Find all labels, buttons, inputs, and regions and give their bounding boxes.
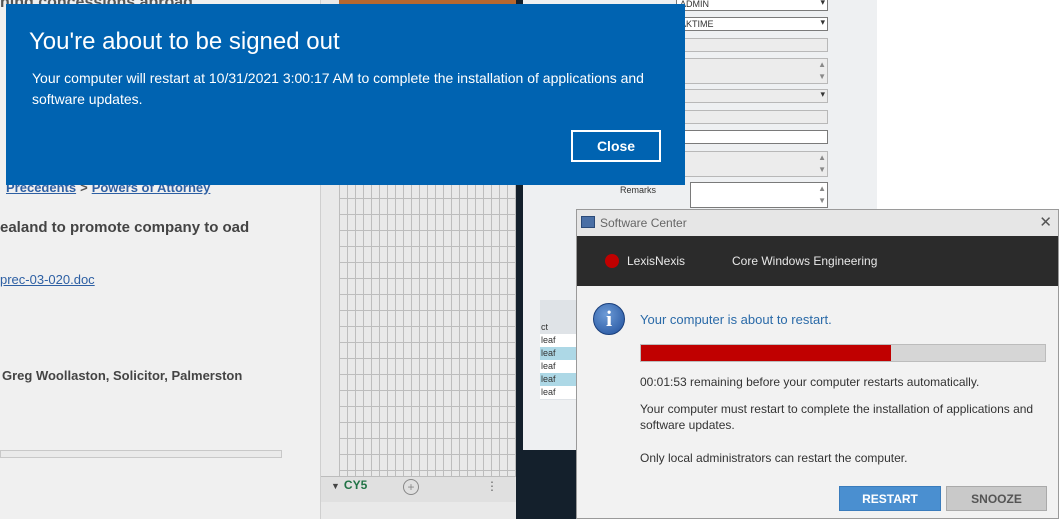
brand-name: LexisNexis [627,254,686,268]
chevron-down-icon: ▾ [820,0,825,7]
form-side-area [877,0,1059,210]
triangle-down-icon: ▼ [331,481,340,491]
notification-title: You're about to be signed out [29,28,340,55]
horizontal-scrollbar[interactable] [0,450,282,458]
dialog-titlebar[interactable]: Software Center ✕ [577,210,1058,236]
dropdown-type[interactable]: AKTIME ▾ [676,17,828,31]
snooze-button[interactable]: SNOOZE [946,486,1047,511]
close-icon[interactable]: ✕ [1039,213,1052,231]
form-field-readonly-1 [676,38,828,52]
doc-title: ealand to promote company to oad [0,219,250,236]
brand-bar: LexisNexis Core Windows Engineering [577,236,1058,286]
restart-body-text: Your computer must restart to complete t… [640,402,1034,432]
restart-button[interactable]: RESTART [839,486,941,511]
table-row[interactable]: leaf [540,360,576,373]
dropdown-disabled: ▾ [676,89,828,103]
doc-file-link[interactable]: prec-03-020.doc [0,272,95,287]
sheet-tab-label: CY5 [343,478,368,492]
lexisnexis-logo-icon [605,254,619,268]
spin-icon: ▲ ▼ [818,184,826,205]
dialog-title: Software Center [600,216,687,230]
more-options-icon[interactable]: ⋮ [486,479,498,493]
mini-table: ct leaf leaf leaf leaf leaf [540,300,576,400]
chevron-down-icon: ▾ [820,17,825,27]
sheet-tab-active[interactable]: ▼ CY5 [331,478,367,492]
add-sheet-icon[interactable]: + [403,479,419,495]
table-row[interactable]: leaf [540,347,576,360]
form-field-readonly-2 [676,110,828,124]
info-icon: i [593,303,625,335]
restart-heading: Your computer is about to restart. [640,312,832,327]
form-field-multiline-1[interactable]: ▲ ▼ [676,58,828,84]
countdown-text: 00:01:53 remaining before your computer … [640,375,980,389]
software-center-icon [581,216,595,228]
progress-fill [641,345,892,361]
remarks-label: Remarks [620,185,657,195]
spin-icon: ▲ ▼ [818,153,826,174]
table-row[interactable]: leaf [540,373,576,386]
table-row[interactable]: leaf [540,334,576,347]
dropdown-user[interactable]: ADMIN ▾ [676,0,828,11]
form-field-text[interactable] [676,130,828,144]
notification-message: Your computer will restart at 10/31/2021… [32,70,644,107]
doc-author: Greg Woollaston, Solicitor, Palmerston [2,368,243,383]
software-center-dialog: Software Center ✕ LexisNexis Core Window… [576,209,1059,519]
table-row[interactable]: leaf [540,386,576,399]
dropdown-type-value: AKTIME [680,19,714,29]
admin-note: Only local administrators can restart th… [640,451,908,465]
spin-icon: ▲ ▼ [818,60,826,81]
org-name: Core Windows Engineering [732,254,878,268]
form-field-multiline-2[interactable]: ▲ ▼ [676,151,828,177]
remarks-input[interactable]: ▲ ▼ [690,182,828,208]
close-button[interactable]: Close [571,130,661,162]
signout-notification: You're about to be signed out Your compu… [6,4,685,185]
mini-table-header: ct [541,322,549,332]
restart-progress-bar [640,344,1046,362]
chevron-down-icon: ▾ [820,89,825,99]
